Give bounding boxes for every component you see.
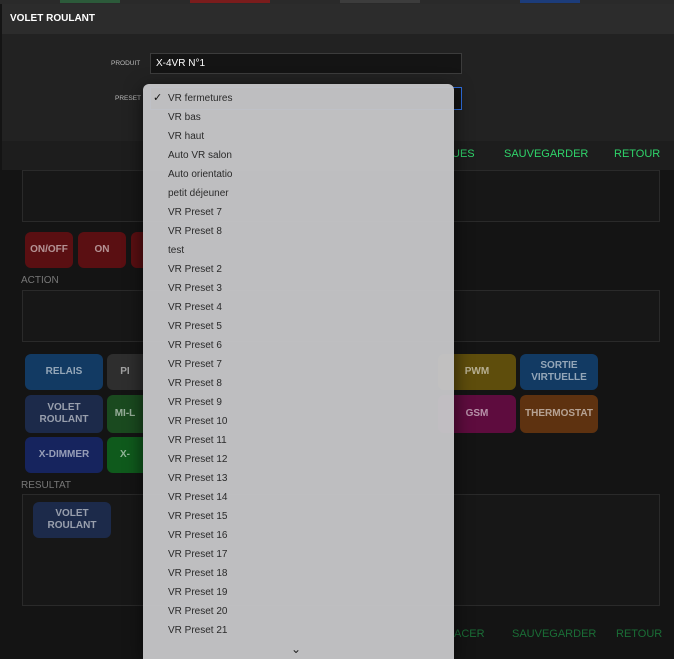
- preset-option-label: VR Preset 8: [168, 378, 222, 389]
- checkmark-icon: ✓: [153, 92, 163, 104]
- preset-option-label: VR Preset 18: [168, 568, 228, 579]
- preset-option-list: ✓ VR fermetures VR bas VR haut Auto VR salon…: [143, 89, 454, 640]
- save-button[interactable]: SAUVEGARDER: [504, 141, 588, 168]
- preset-option-label: petit déjeuner: [168, 188, 229, 199]
- window-title: VOLET ROULANT: [2, 4, 674, 34]
- preset-option[interactable]: VR Preset 7: [143, 203, 454, 222]
- preset-option-label: VR Preset 7: [168, 207, 222, 218]
- bottom-back-button[interactable]: RETOUR: [616, 622, 662, 646]
- action-label: ACTION: [21, 275, 59, 286]
- preset-option[interactable]: VR Preset 8: [143, 374, 454, 393]
- preset-option[interactable]: VR Preset 10: [143, 412, 454, 431]
- preset-option[interactable]: petit déjeuner: [143, 184, 454, 203]
- preset-option-label: test: [168, 245, 185, 256]
- preset-option[interactable]: test: [143, 241, 454, 260]
- preset-option[interactable]: VR Preset 14: [143, 488, 454, 507]
- preset-option[interactable]: VR Preset 2: [143, 260, 454, 279]
- preset-option-label: VR Preset 10: [168, 416, 228, 427]
- toolbar-partial-button[interactable]: UES: [452, 141, 475, 168]
- preset-option[interactable]: VR Preset 15: [143, 507, 454, 526]
- product-label: PRODUIT: [111, 60, 141, 67]
- preset-option-label: VR haut: [168, 131, 205, 142]
- preset-option-label: VR Preset 7: [168, 359, 222, 370]
- preset-option-label: VR Preset 13: [168, 473, 228, 484]
- preset-option-label: VR Preset 12: [168, 454, 228, 465]
- volet-roulant-button[interactable]: VOLET ROULANT: [25, 395, 103, 433]
- preset-dropdown-menu[interactable]: ✓ VR fermetures VR bas VR haut Auto VR salon…: [143, 84, 454, 659]
- preset-option[interactable]: VR Preset 17: [143, 545, 454, 564]
- mi-partial-button[interactable]: MI-L: [107, 395, 143, 433]
- back-button[interactable]: RETOUR: [614, 141, 660, 168]
- preset-option[interactable]: VR Preset 19: [143, 583, 454, 602]
- preset-option[interactable]: VR Preset 8: [143, 222, 454, 241]
- product-input[interactable]: X-4VR N°1: [150, 53, 462, 74]
- preset-option-label: VR Preset 4: [168, 302, 222, 313]
- preset-option-label: VR Preset 8: [168, 226, 222, 237]
- preset-option-label: VR Preset 21: [168, 625, 228, 636]
- preset-option[interactable]: VR Preset 11: [143, 431, 454, 450]
- preset-option[interactable]: ✓ VR fermetures: [143, 89, 454, 108]
- preset-option-label: VR Preset 6: [168, 340, 222, 351]
- preset-option[interactable]: VR Preset 12: [143, 450, 454, 469]
- preset-option[interactable]: Auto VR salon: [143, 146, 454, 165]
- x-dimmer-button[interactable]: X-DIMMER: [25, 437, 103, 473]
- preset-option[interactable]: VR Preset 20: [143, 602, 454, 621]
- p-partial-button[interactable]: PI: [107, 354, 143, 390]
- chevron-down-icon[interactable]: ⌄: [291, 642, 301, 656]
- preset-option-label: VR Preset 11: [168, 435, 227, 446]
- preset-option-label: VR Preset 2: [168, 264, 222, 275]
- onoff-button[interactable]: ON/OFF: [25, 232, 73, 268]
- preset-option[interactable]: VR Preset 5: [143, 317, 454, 336]
- bottom-save-button[interactable]: SAUVEGARDER: [512, 622, 596, 646]
- preset-option-label: VR Preset 5: [168, 321, 222, 332]
- preset-option[interactable]: VR Preset 4: [143, 298, 454, 317]
- sortie-virtuelle-button[interactable]: SORTIE VIRTUELLE: [520, 354, 598, 390]
- preset-option[interactable]: VR Preset 3: [143, 279, 454, 298]
- preset-option-label: VR Preset 16: [168, 530, 228, 541]
- relais-button[interactable]: RELAIS: [25, 354, 103, 390]
- preset-option-label: VR Preset 20: [168, 606, 228, 617]
- preset-option-label: VR fermetures: [168, 93, 233, 104]
- bottom-partial-button[interactable]: ACER: [454, 622, 485, 646]
- preset-option[interactable]: VR Preset 7: [143, 355, 454, 374]
- preset-option-label: Auto VR salon: [168, 150, 232, 161]
- preset-option-label: VR Preset 9: [168, 397, 222, 408]
- result-volet-roulant-button[interactable]: VOLET ROULANT: [33, 502, 111, 538]
- thermostat-button[interactable]: THERMOSTAT: [520, 395, 598, 433]
- preset-option-label: VR Preset 17: [168, 549, 228, 560]
- preset-option-label: VR Preset 19: [168, 587, 228, 598]
- preset-option-label: Auto orientatio: [168, 169, 233, 180]
- preset-option[interactable]: VR Preset 21: [143, 621, 454, 640]
- result-label: RESULTAT: [21, 480, 72, 491]
- preset-option-label: VR bas: [168, 112, 201, 123]
- preset-option[interactable]: VR Preset 16: [143, 526, 454, 545]
- preset-option[interactable]: VR Preset 13: [143, 469, 454, 488]
- preset-option-label: VR Preset 15: [168, 511, 228, 522]
- preset-option[interactable]: VR haut: [143, 127, 454, 146]
- preset-option[interactable]: VR bas: [143, 108, 454, 127]
- preset-label: PRESET: [115, 95, 142, 102]
- on-button[interactable]: ON: [78, 232, 126, 268]
- preset-option-label: VR Preset 3: [168, 283, 222, 294]
- preset-option-label: VR Preset 14: [168, 492, 228, 503]
- preset-option[interactable]: VR Preset 9: [143, 393, 454, 412]
- preset-option[interactable]: Auto orientatio: [143, 165, 454, 184]
- preset-option[interactable]: VR Preset 18: [143, 564, 454, 583]
- x-partial-button[interactable]: X-: [107, 437, 143, 473]
- preset-option[interactable]: VR Preset 6: [143, 336, 454, 355]
